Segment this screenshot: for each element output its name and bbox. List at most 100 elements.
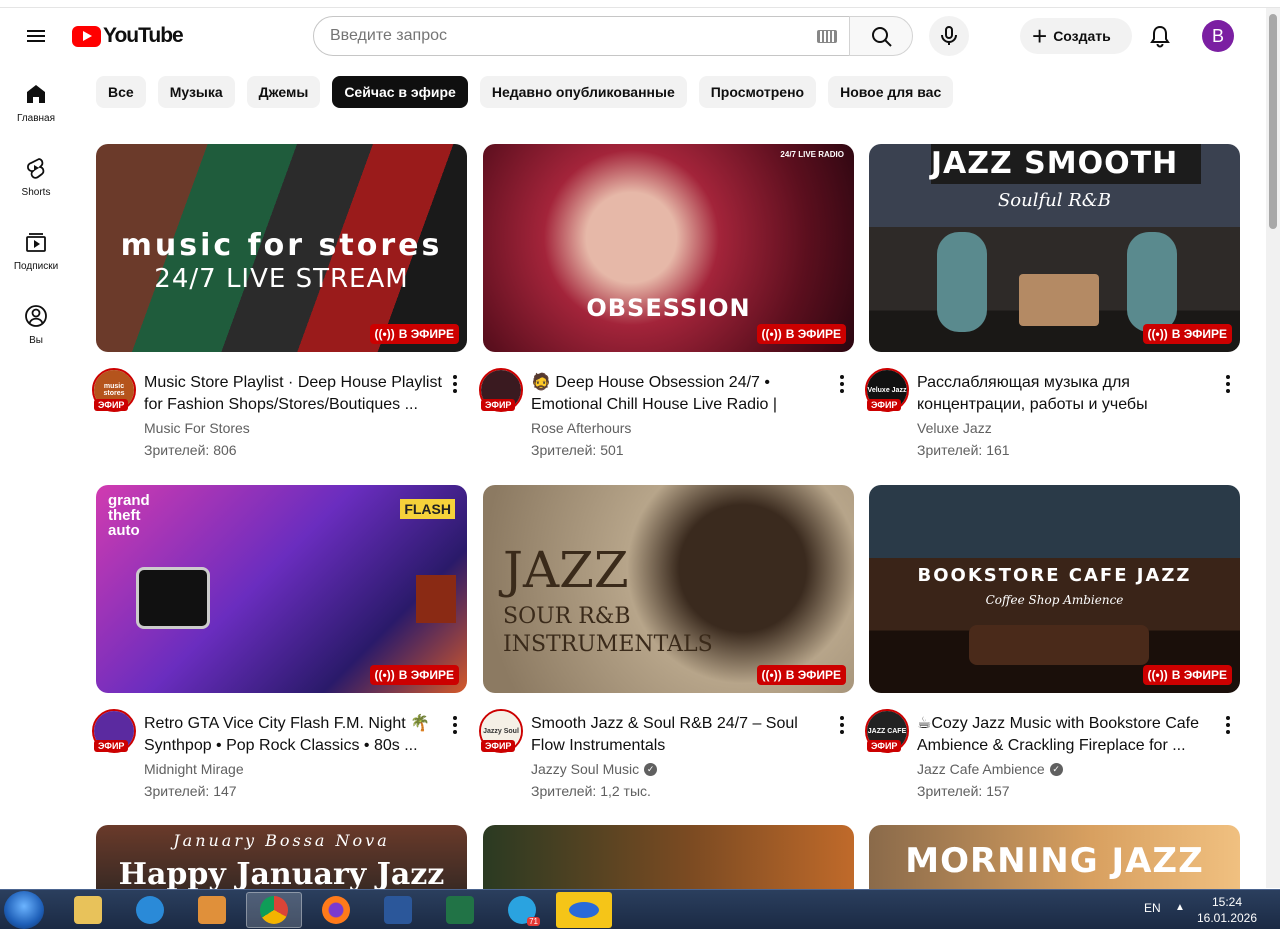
chip-watched[interactable]: Просмотрено [698, 76, 817, 108]
sidebar-item-home[interactable]: Главная [0, 72, 72, 146]
clock-time: 15:24 [1211, 895, 1243, 909]
chip-jams[interactable]: Джемы [246, 76, 321, 108]
video-title[interactable]: ☕Cozy Jazz Music with Bookstore Cafe Amb… [917, 713, 1217, 757]
video-card[interactable]: BOOKSTORE CAFE JAZZ Coffee Shop Ambience… [865, 485, 1240, 803]
live-avatar-badge: ЭФИР [94, 399, 129, 411]
clock-date: 16.01.2026 [1196, 911, 1258, 925]
sidebar-item-you[interactable]: Вы [0, 294, 72, 368]
notifications-button[interactable] [1144, 20, 1176, 52]
chrome-icon [260, 896, 288, 924]
taskbar-excel[interactable] [432, 892, 488, 928]
youtube-play-icon [72, 25, 101, 47]
page-scrollbar[interactable] [1266, 8, 1280, 888]
thumbnail-subtext: SOUR R&B INSTRUMENTALS [503, 604, 713, 657]
live-avatar-badge: ЭФИР [94, 740, 129, 752]
taskbar-ie[interactable] [122, 892, 178, 928]
viewer-count: Зрителей: 1,2 тыс. [531, 783, 651, 799]
tray-expand-icon[interactable]: ▲ [1175, 902, 1185, 913]
you-icon [25, 305, 47, 327]
more-options-icon[interactable] [832, 715, 852, 735]
more-options-icon[interactable] [832, 374, 852, 394]
video-title[interactable]: 🧔 Deep House Obsession 24/7 • Emotional … [531, 372, 831, 416]
verified-icon: ✓ [644, 762, 658, 776]
taskbar-app[interactable] [556, 892, 612, 928]
video-thumbnail[interactable]: music for stores 24/7 LIVE STREAM ((•)) В… [96, 144, 467, 352]
chip-music[interactable]: Музыка [157, 76, 235, 108]
video-thumbnail[interactable]: grand theft auto FLASH ((•)) В ЭФИРЕ [96, 485, 467, 693]
voice-search-button[interactable] [929, 16, 969, 56]
windows-taskbar: 71 EN ▲ 15:24 16.01.2026 [0, 889, 1280, 929]
channel-name[interactable]: Midnight Mirage [144, 761, 244, 777]
thumbnail-text: MORNING JAZZ [905, 841, 1204, 881]
search-box [313, 16, 850, 56]
youtube-logo[interactable]: YouTube [72, 24, 184, 48]
thumbnail-text: JAZZ [503, 541, 629, 599]
video-thumbnail[interactable]: BOOKSTORE CAFE JAZZ Coffee Shop Ambience… [869, 485, 1240, 693]
chip-new-to-you[interactable]: Новое для вас [828, 76, 954, 108]
video-thumbnail[interactable]: JAZZ SOUR R&B INSTRUMENTALS ((•)) В ЭФИРЕ [483, 485, 854, 693]
guide-sidebar: Главная Shorts Подписки Вы [0, 72, 72, 368]
video-card[interactable]: music for stores 24/7 LIVE STREAM ((•)) В… [92, 144, 467, 462]
more-options-icon[interactable] [1218, 715, 1238, 735]
live-avatar-badge: ЭФИР [867, 399, 902, 411]
system-clock[interactable]: 15:24 16.01.2026 [1192, 894, 1262, 926]
chip-recently-uploaded[interactable]: Недавно опубликованные [479, 76, 687, 108]
live-badge: ((•)) В ЭФИРЕ [1142, 324, 1232, 344]
shorts-icon [27, 158, 45, 179]
thumbnail-subtext: FLASH [400, 499, 455, 519]
video-card[interactable]: MORNING JAZZ [869, 825, 1240, 889]
video-card[interactable]: JAZZ SOUR R&B INSTRUMENTALS ((•)) В ЭФИРЕ… [479, 485, 854, 803]
channel-name[interactable]: Music For Stores [144, 420, 250, 436]
video-card[interactable]: JAZZ SMOOTH Soulful R&B ((•)) В ЭФИРЕ Vel… [865, 144, 1240, 462]
more-options-icon[interactable] [445, 715, 465, 735]
video-title[interactable]: Расслабляющая музыка для концентрации, р… [917, 372, 1217, 416]
taskbar-explorer[interactable] [60, 892, 116, 928]
search-button[interactable] [849, 16, 913, 56]
live-icon: ((•)) [374, 327, 395, 341]
channel-name[interactable]: Jazz Cafe Ambience ✓ [917, 761, 1063, 777]
channel-name[interactable]: Rose Afterhours [531, 420, 631, 436]
channel-name[interactable]: Jazzy Soul Music ✓ [531, 761, 658, 777]
viewer-count: Зрителей: 501 [531, 442, 624, 458]
video-card[interactable]: grand theft auto FLASH ((•)) В ЭФИРЕ ЭФИР… [92, 485, 467, 803]
taskbar-media-player[interactable] [184, 892, 240, 928]
channel-name[interactable]: Veluxe Jazz [917, 420, 992, 436]
video-card[interactable] [483, 825, 854, 889]
create-button[interactable]: + Создать [1020, 18, 1132, 54]
live-icon: ((•)) [761, 668, 782, 682]
start-button[interactable] [4, 891, 44, 929]
video-title[interactable]: Retro GTA Vice City Flash F.M. Night 🌴 S… [144, 713, 444, 757]
video-card[interactable]: January Bossa Nova Happy January Jazz [96, 825, 467, 889]
masthead: YouTube + Создать В [0, 8, 1266, 64]
menu-icon[interactable] [20, 20, 52, 52]
video-thumbnail[interactable]: JAZZ SMOOTH Soulful R&B ((•)) В ЭФИРЕ [869, 144, 1240, 352]
video-title[interactable]: Music Store Playlist · Deep House Playli… [144, 372, 444, 416]
thumbnail-subtext: Soulful R&B [997, 190, 1112, 211]
taskbar-telegram[interactable]: 71 [494, 892, 550, 928]
taskbar-chrome[interactable] [246, 892, 302, 928]
live-avatar-badge: ЭФИР [867, 740, 902, 752]
search-input[interactable] [330, 27, 817, 45]
video-thumbnail[interactable] [483, 825, 854, 889]
chip-live-now[interactable]: Сейчас в эфире [332, 76, 468, 108]
thumbnail-text: OBSESSION [586, 294, 751, 322]
more-options-icon[interactable] [445, 374, 465, 394]
keyboard-icon[interactable] [817, 29, 837, 43]
microphone-icon [941, 26, 957, 45]
video-title[interactable]: Smooth Jazz & Soul R&B 24/7 – Soul Flow … [531, 713, 831, 757]
video-card[interactable]: 24/7 LIVE RADIO OBSESSION ((•)) В ЭФИРЕ Э… [479, 144, 854, 462]
account-avatar[interactable]: В [1202, 20, 1234, 52]
language-indicator[interactable]: EN [1144, 901, 1161, 915]
scrollbar-thumb[interactable] [1269, 14, 1277, 229]
more-options-icon[interactable] [1218, 374, 1238, 394]
sidebar-item-subscriptions[interactable]: Подписки [0, 220, 72, 294]
video-thumbnail[interactable]: January Bossa Nova Happy January Jazz [96, 825, 467, 889]
taskbar-word[interactable] [370, 892, 426, 928]
thumbnail-text: BOOKSTORE CAFE JAZZ [917, 565, 1192, 586]
video-thumbnail[interactable]: MORNING JAZZ [869, 825, 1240, 889]
sidebar-item-shorts[interactable]: Shorts [0, 146, 72, 220]
live-icon: ((•)) [761, 327, 782, 341]
chip-all[interactable]: Все [96, 76, 146, 108]
taskbar-firefox[interactable] [308, 892, 364, 928]
video-thumbnail[interactable]: 24/7 LIVE RADIO OBSESSION ((•)) В ЭФИРЕ [483, 144, 854, 352]
